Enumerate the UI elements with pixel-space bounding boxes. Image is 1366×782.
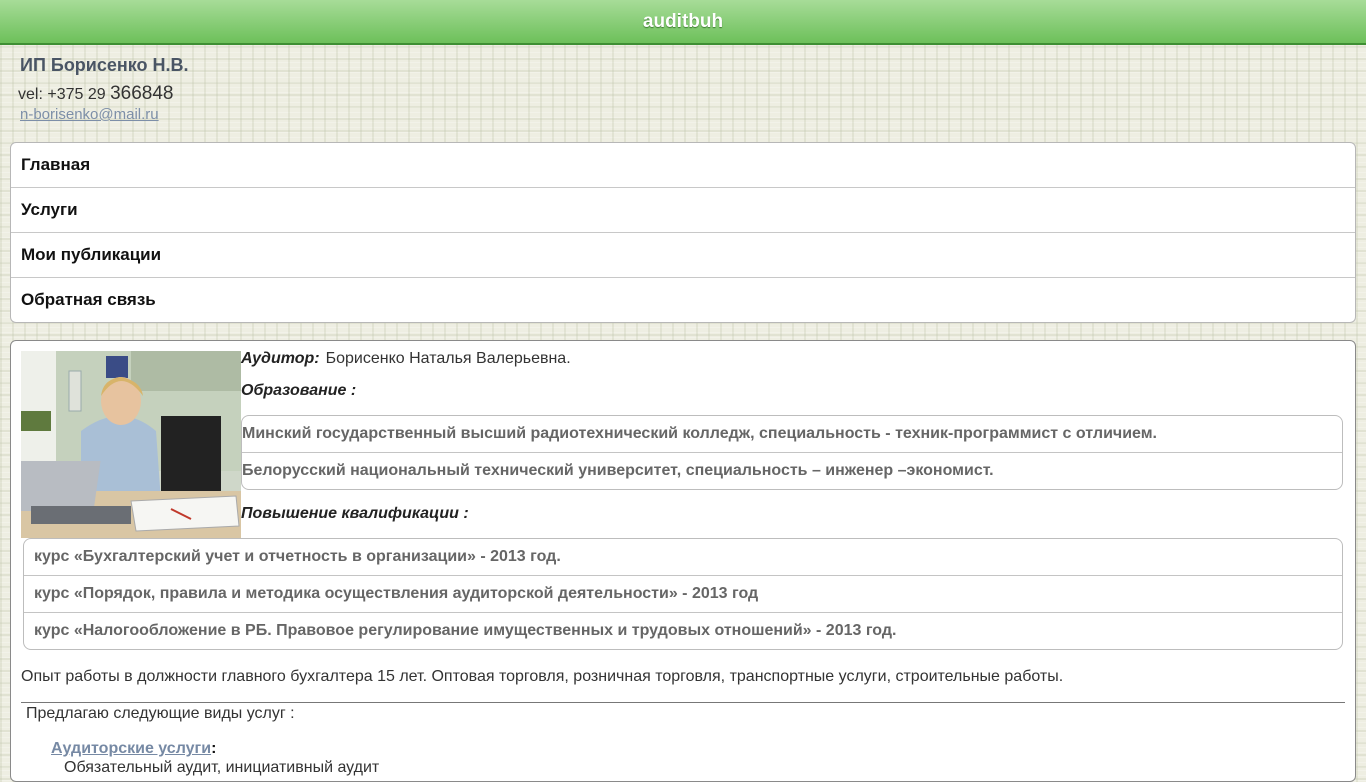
auditor-photo <box>21 351 241 538</box>
course-item: курс «Налогообложение в РБ. Правовое рег… <box>34 622 897 639</box>
page-header: ИП Борисенко Н.В. vel: +375 29 366848 n-… <box>0 45 1366 140</box>
nav-item-home[interactable]: Главная <box>11 143 1355 188</box>
site-title: auditbuh <box>642 11 724 32</box>
service-heading: Аудиторские услуги: <box>51 740 216 758</box>
top-bar: auditbuh <box>0 0 1366 45</box>
course-item: курс «Бухгалтерский учет и отчетность в … <box>24 539 1342 576</box>
service-colon: : <box>211 740 217 757</box>
phone-prefix: vel: +375 29 <box>18 86 106 103</box>
phone-number: 366848 <box>110 83 174 104</box>
course-item: курс «Порядок, правила и методика осущес… <box>24 576 1342 613</box>
course-list: курс «Бухгалтерский учет и отчетность в … <box>23 538 1343 650</box>
education-list: Минский государственный высший радиотехн… <box>241 415 1343 490</box>
main-content: Аудитор: Борисенко Наталья Валерьевна. Об… <box>10 340 1356 782</box>
auditor-line: Аудитор: Борисенко Наталья Валерьевна. <box>241 350 571 368</box>
auditor-name: Борисенко Наталья Валерьевна. <box>325 350 571 367</box>
experience-text: Опыт работы в должности главного бухгалт… <box>21 668 1064 685</box>
education-item: Белорусский национальный технический уни… <box>242 462 994 479</box>
nav-item-feedback[interactable]: Обратная связь <box>11 278 1355 322</box>
education-label: Образование : <box>241 382 357 399</box>
divider <box>21 702 1345 703</box>
offer-intro: Предлагаю следующие виды услуг : <box>26 705 295 722</box>
nav-item-services[interactable]: Услуги <box>11 188 1355 233</box>
education-item: Минский государственный высший радиотехн… <box>242 416 1342 453</box>
main-nav: Главная Услуги Мои публикации Обратная с… <box>10 142 1356 323</box>
company-name: ИП Борисенко Н.В. <box>20 55 189 75</box>
email-link[interactable]: n-borisenko@mail.ru <box>20 106 159 123</box>
qualification-label: Повышение квалификации : <box>241 505 469 522</box>
auditor-label: Аудитор: <box>241 350 320 367</box>
phone-line: vel: +375 29 366848 <box>18 83 173 105</box>
service-description: Обязательный аудит, инициативный аудит <box>64 759 380 776</box>
audit-services-link[interactable]: Аудиторские услуги <box>51 740 211 757</box>
nav-item-publications[interactable]: Мои публикации <box>11 233 1355 278</box>
